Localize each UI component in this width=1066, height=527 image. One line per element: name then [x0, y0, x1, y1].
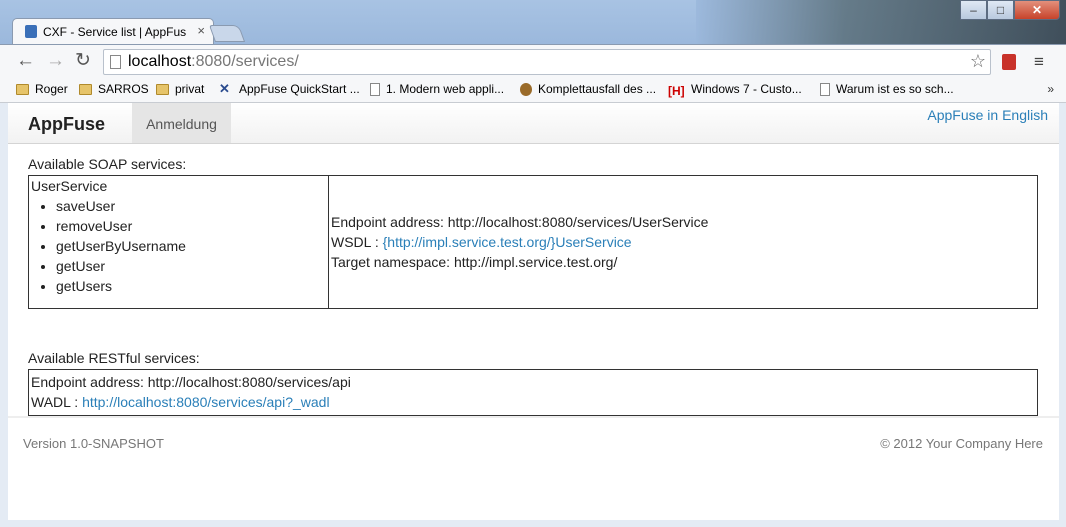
url-path: :8080/services/: [191, 53, 299, 70]
window-controls: – □ ✕: [960, 0, 1060, 20]
folder-icon: [16, 83, 29, 95]
bookmark-label: AppFuse QuickStart ...: [239, 82, 360, 96]
new-tab-button[interactable]: [208, 25, 246, 42]
page-icon: [820, 82, 830, 96]
soap-heading: Available SOAP services:: [28, 156, 187, 172]
folder-icon: [156, 83, 169, 95]
operations-list: saveUser removeUser getUserByUsername ge…: [31, 196, 326, 296]
bookmarks-bar: Roger SARROS privat ✕ AppFuse QuickStart …: [0, 78, 1066, 103]
bookmark-label: privat: [175, 82, 205, 96]
bookmark-label: Warum ist es so sch...: [836, 82, 954, 96]
page-icon: [110, 55, 121, 69]
rest-endpoint-line: Endpoint address: http://localhost:8080/…: [31, 372, 1035, 392]
soap-services-table: UserService saveUser removeUser getUserB…: [28, 175, 1038, 309]
version-text: Version 1.0-SNAPSHOT: [23, 436, 164, 451]
bookmark-warum[interactable]: Warum ist es so sch...: [820, 82, 954, 96]
endpoint-address: http://localhost:8080/services/UserServi…: [447, 214, 709, 230]
service-details-cell: Endpoint address: http://localhost:8080/…: [328, 175, 1038, 309]
cxf-favicon-icon: [25, 25, 37, 38]
page-footer: Version 1.0-SNAPSHOT © 2012 Your Company…: [8, 416, 1059, 478]
appfuse-icon: ✕: [219, 80, 230, 96]
bookmarks-overflow-icon[interactable]: »: [1047, 82, 1054, 96]
forward-button[interactable]: →: [46, 51, 65, 70]
rest-services-table: Endpoint address: http://localhost:8080/…: [28, 369, 1038, 416]
url-text[interactable]: localhost:8080/services/: [128, 53, 299, 71]
endpoint-label: Endpoint address:: [331, 214, 448, 230]
back-button[interactable]: ←: [16, 51, 35, 70]
bookmark-sarros[interactable]: SARROS: [79, 82, 149, 96]
namespace-label: Target namespace:: [331, 254, 454, 270]
bookmark-label: Roger: [35, 82, 68, 96]
bookmark-appfuse-quickstart[interactable]: ✕ AppFuse QuickStart ...: [219, 80, 360, 97]
wsdl-link[interactable]: {http://impl.service.test.org/}UserServi…: [383, 234, 632, 250]
wadl-link[interactable]: http://localhost:8080/services/api?_wadl: [82, 394, 329, 410]
service-operations-cell: UserService saveUser removeUser getUserB…: [28, 175, 329, 309]
rest-details-cell: Endpoint address: http://localhost:8080/…: [28, 369, 1038, 416]
copyright-text: © 2012 Your Company Here: [880, 436, 1043, 451]
heise-icon: [H]: [668, 83, 685, 98]
bookmark-label: Windows 7 - Custo...: [691, 82, 802, 96]
brand-logo[interactable]: AppFuse: [28, 114, 105, 135]
browser-toolbar: ← → ↻ localhost:8080/services/ ☆ ≡: [0, 44, 1066, 79]
browser-menu-icon[interactable]: ≡: [1034, 52, 1044, 72]
browser-window: CXF - Service list | AppFus × – □ ✕ ← → …: [0, 0, 1066, 527]
close-window-button[interactable]: ✕: [1014, 0, 1060, 20]
table-row: Endpoint address: http://localhost:8080/…: [28, 369, 1038, 416]
url-host: localhost: [128, 53, 192, 70]
wsdl-line: WSDL : {http://impl.service.test.org/}Us…: [331, 232, 1035, 252]
list-item: getUser: [56, 256, 326, 276]
language-link[interactable]: AppFuse in English: [927, 107, 1048, 123]
list-item: saveUser: [56, 196, 326, 216]
wadl-line: WADL : http://localhost:8080/services/ap…: [31, 392, 1035, 412]
bookmark-label: Komplettausfall des ...: [538, 82, 657, 96]
address-bar[interactable]: localhost:8080/services/ ☆: [103, 49, 991, 75]
wsdl-label: WSDL :: [331, 234, 383, 250]
wadl-label: WADL :: [31, 394, 83, 410]
top-navbar: AppFuse Anmeldung AppFuse in English: [8, 103, 1059, 144]
rest-heading: Available RESTful services:: [28, 350, 200, 366]
page-content: AppFuse Anmeldung AppFuse in English Ava…: [8, 103, 1059, 520]
maximize-button[interactable]: □: [987, 0, 1014, 20]
owl-icon: [520, 82, 532, 96]
endpoint-label: Endpoint address:: [31, 374, 148, 390]
extension-icon[interactable]: [1002, 54, 1016, 70]
endpoint-line: Endpoint address: http://localhost:8080/…: [331, 212, 1035, 232]
list-item: getUsers: [56, 276, 326, 296]
list-item: getUserByUsername: [56, 236, 326, 256]
namespace-line: Target namespace: http://impl.service.te…: [331, 252, 1035, 272]
bookmark-label: SARROS: [98, 82, 149, 96]
bookmark-star-icon[interactable]: ☆: [970, 51, 986, 72]
bookmark-privat[interactable]: privat: [156, 82, 204, 96]
folder-icon: [79, 83, 92, 95]
page-icon: [370, 82, 380, 96]
list-item: removeUser: [56, 216, 326, 236]
reload-button[interactable]: ↻: [75, 51, 91, 70]
table-row: UserService saveUser removeUser getUserB…: [28, 175, 1038, 309]
nav-login[interactable]: Anmeldung: [132, 103, 231, 143]
bookmark-modern-web[interactable]: 1. Modern web appli...: [370, 82, 504, 96]
rest-endpoint-address: http://localhost:8080/services/api: [147, 374, 351, 390]
minimize-button[interactable]: –: [960, 0, 987, 20]
service-name: UserService: [31, 178, 108, 194]
bookmark-windows7[interactable]: [H] Windows 7 - Custo...: [668, 82, 802, 98]
title-bar: CXF - Service list | AppFus × – □ ✕: [0, 0, 1066, 44]
bookmark-roger[interactable]: Roger: [16, 82, 68, 96]
browser-tab[interactable]: CXF - Service list | AppFus ×: [12, 18, 214, 44]
namespace-value: http://impl.service.test.org/: [453, 254, 618, 270]
tab-close-icon[interactable]: ×: [197, 23, 205, 38]
bookmark-label: 1. Modern web appli...: [386, 82, 505, 96]
bookmark-komplettausfall[interactable]: Komplettausfall des ...: [520, 82, 656, 96]
tab-title: CXF - Service list | AppFus: [43, 25, 187, 39]
